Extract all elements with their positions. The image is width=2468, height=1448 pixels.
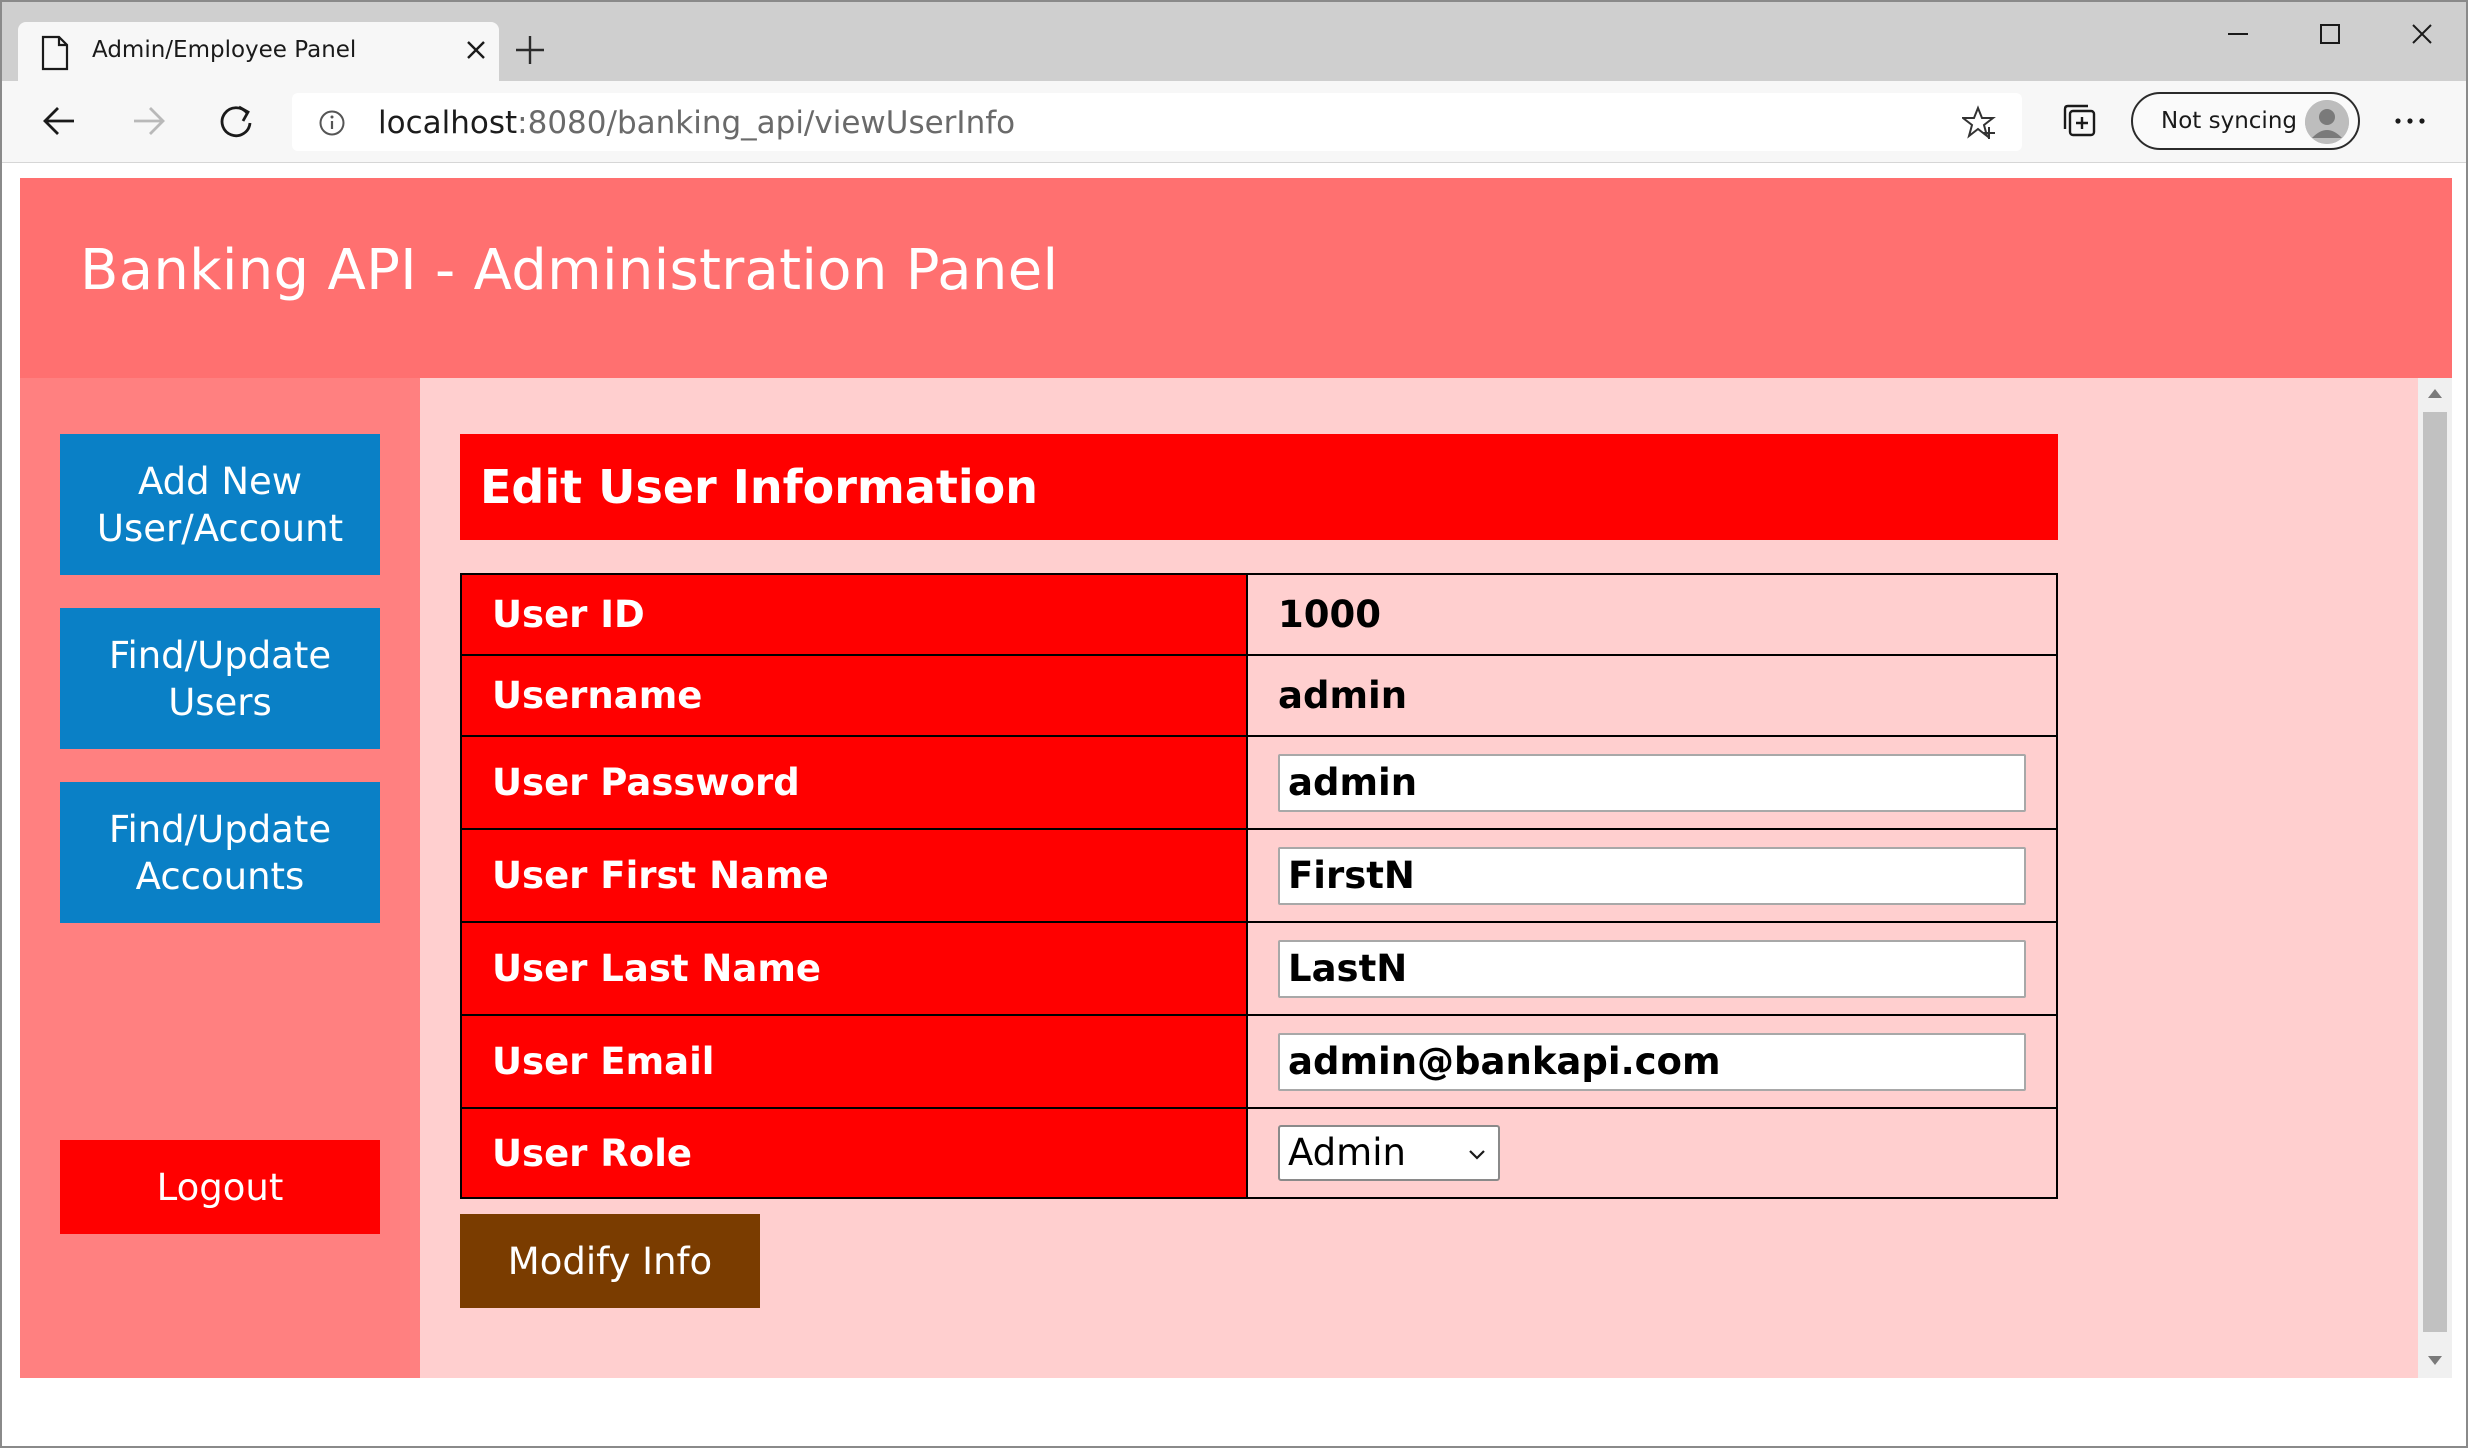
user-password-label: User Password [460, 735, 1248, 830]
table-row: User Email admin@bankapi.com [460, 1014, 2058, 1109]
table-row: Username admin [460, 654, 2058, 737]
sidebar: Add New User/Account Find/Update Users F… [20, 378, 420, 1378]
collections-icon[interactable] [2060, 101, 2100, 141]
user-first-name-cell: FirstN [1246, 828, 2058, 923]
scroll-up-icon[interactable] [2426, 386, 2444, 400]
table-row: User Last Name LastN [460, 921, 2058, 1016]
star-icon[interactable] [1962, 105, 1998, 141]
user-password-cell: admin [1246, 735, 2058, 830]
more-icon[interactable] [2390, 101, 2430, 141]
user-role-select[interactable]: Admin [1278, 1125, 1500, 1181]
page-title: Banking API - Administration Panel [80, 238, 1059, 303]
user-last-name-label: User Last Name [460, 921, 1248, 1016]
add-new-user-account-label: Add New User/Account [96, 459, 344, 550]
main-content: Edit User Information User ID 1000 Usern… [420, 378, 2418, 1378]
table-row: User Password admin [460, 735, 2058, 830]
table-row: User ID 1000 [460, 573, 2058, 656]
page-viewport: Banking API - Administration Panel Add N… [20, 178, 2452, 1378]
user-id-value: 1000 [1246, 573, 2058, 656]
find-update-users-button[interactable]: Find/Update Users [60, 608, 380, 749]
scroll-down-icon[interactable] [2426, 1354, 2444, 1368]
chevron-down-icon [1469, 1150, 1485, 1160]
modify-info-button[interactable]: Modify Info [460, 1214, 760, 1308]
browser-window: Admin/Employee Panel localhost:8080/bank… [0, 0, 2468, 1448]
url-path: :8080/banking_api/viewUserInfo [517, 105, 1016, 141]
find-update-accounts-label: Find/Update Accounts [108, 807, 332, 898]
username-label: Username [460, 654, 1248, 737]
user-email-label: User Email [460, 1014, 1248, 1109]
plus-icon[interactable] [512, 32, 548, 68]
tab-admin-panel[interactable]: Admin/Employee Panel [18, 22, 499, 82]
page-icon [41, 35, 69, 71]
vertical-scrollbar[interactable] [2418, 378, 2452, 1378]
profile-label: Not syncing [2161, 108, 2297, 134]
table-row: User Role Admin [460, 1107, 2058, 1199]
table-row: User First Name FirstN [460, 828, 2058, 923]
find-update-accounts-button[interactable]: Find/Update Accounts [60, 782, 380, 923]
address-bar[interactable]: localhost:8080/banking_api/viewUserInfo [292, 93, 2022, 151]
profile-button[interactable]: Not syncing [2131, 92, 2360, 150]
refresh-icon[interactable] [214, 99, 258, 143]
user-email-cell: admin@bankapi.com [1246, 1014, 2058, 1109]
section-title: Edit User Information [480, 460, 1038, 514]
forward-icon[interactable] [126, 99, 170, 143]
user-password-field[interactable]: admin [1278, 753, 2026, 812]
user-role-selected: Admin [1288, 1131, 1406, 1174]
section-header: Edit User Information [460, 434, 2058, 540]
user-email-field[interactable]: admin@bankapi.com [1278, 1032, 2026, 1091]
url-host: localhost [378, 105, 518, 141]
tab-title: Admin/Employee Panel [92, 37, 357, 63]
user-id-label: User ID [460, 573, 1248, 656]
browser-toolbar: localhost:8080/banking_api/viewUserInfo … [2, 81, 2466, 163]
logout-button[interactable]: Logout [60, 1140, 380, 1234]
user-last-name-cell: LastN [1246, 921, 2058, 1016]
page-header: Banking API - Administration Panel [20, 178, 2452, 378]
close-icon[interactable] [2398, 14, 2446, 54]
user-role-label: User Role [460, 1107, 1248, 1199]
back-icon[interactable] [38, 99, 82, 143]
user-role-cell: Admin [1246, 1107, 2058, 1199]
url-text[interactable]: localhost:8080/banking_api/viewUserInfo [378, 105, 1015, 141]
minimize-icon[interactable] [2214, 14, 2262, 54]
avatar-icon [2305, 100, 2349, 144]
user-first-name-field[interactable]: FirstN [1278, 846, 2026, 905]
info-icon[interactable] [318, 109, 346, 137]
user-info-table: User ID 1000 Username admin User Passwor… [460, 573, 2058, 1199]
user-last-name-field[interactable]: LastN [1278, 939, 2026, 998]
username-value: admin [1246, 654, 2058, 737]
user-first-name-label: User First Name [460, 828, 1248, 923]
add-new-user-account-button[interactable]: Add New User/Account [60, 434, 380, 575]
tab-strip: Admin/Employee Panel [2, 2, 2466, 82]
close-icon[interactable] [463, 37, 489, 63]
find-update-users-label: Find/Update Users [108, 633, 332, 724]
maximize-icon[interactable] [2306, 14, 2354, 54]
scrollbar-thumb[interactable] [2423, 412, 2447, 1332]
